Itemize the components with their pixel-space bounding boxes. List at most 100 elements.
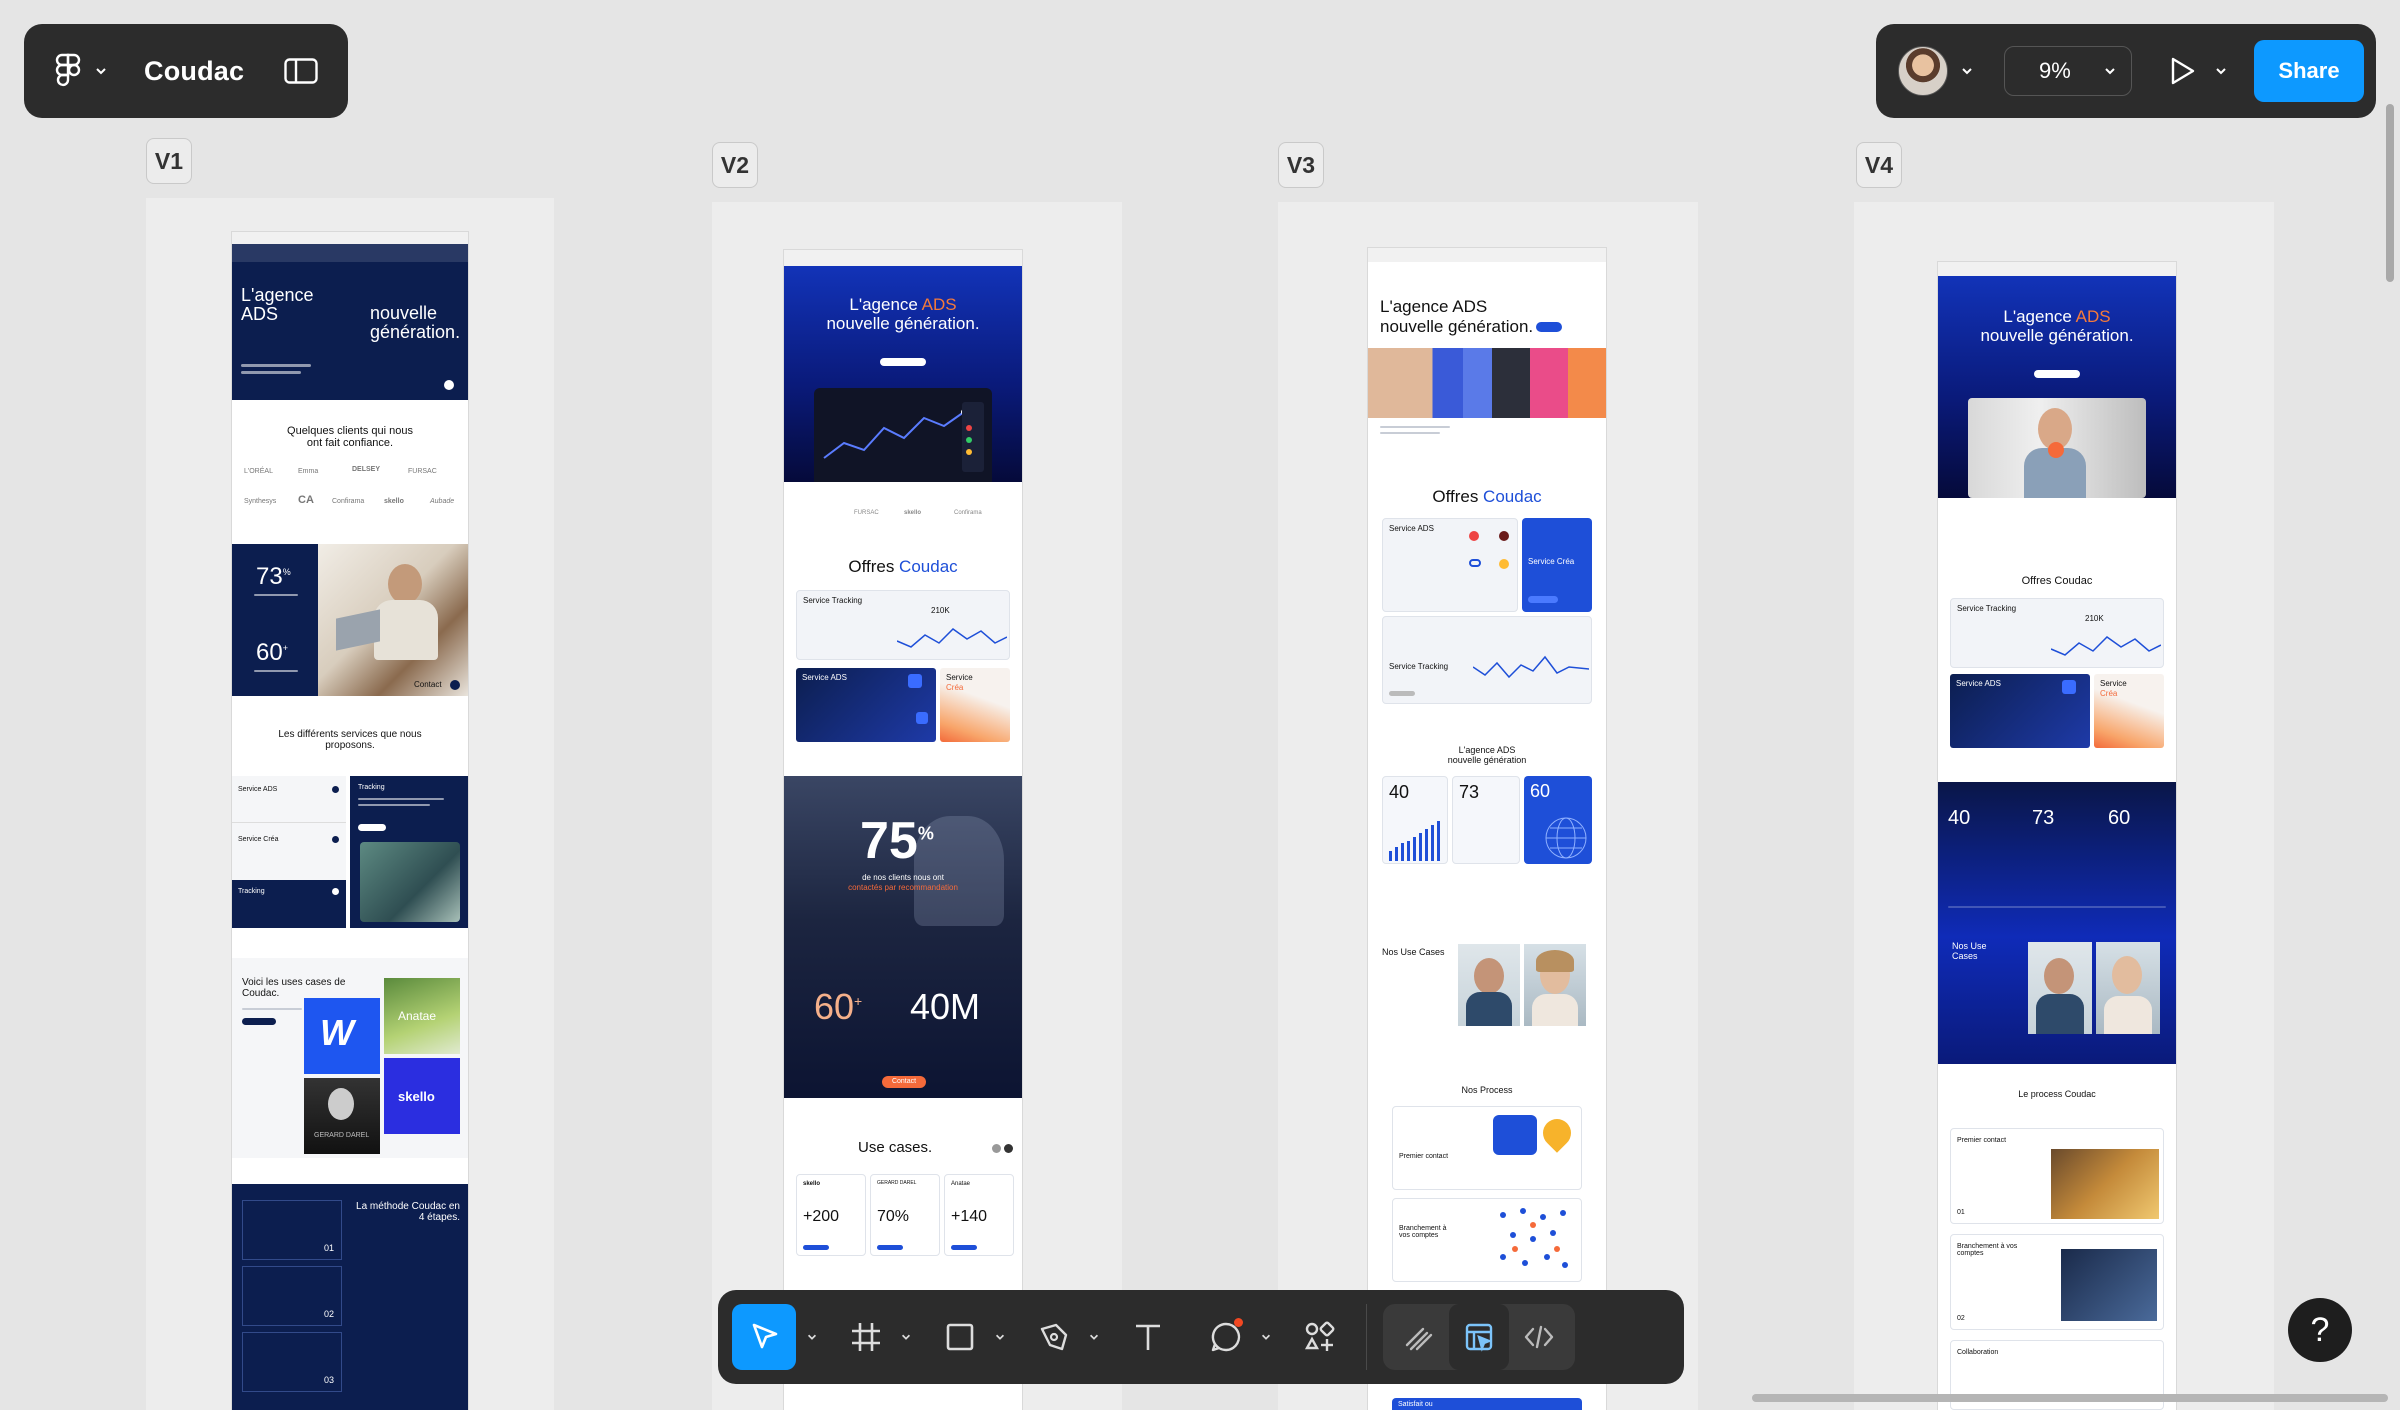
service-item[interactable]: Service Créa — [238, 836, 278, 843]
mode-switcher — [1383, 1304, 1575, 1370]
chevron-down-icon[interactable] — [2214, 64, 2228, 78]
frame-label-v1[interactable]: V1 — [146, 138, 192, 184]
pen-tool-button[interactable] — [1024, 1304, 1084, 1370]
sidebar-toggle-icon[interactable] — [284, 58, 318, 84]
chevron-down-icon[interactable] — [1088, 1331, 1100, 1343]
stats-section: 40 73 60 Nos Use Cases — [1938, 782, 2176, 1064]
design-mode-button[interactable] — [1449, 1304, 1509, 1370]
process-card[interactable]: Branchement à vos comptes 02 — [1950, 1234, 2164, 1330]
section-title-accent: Coudac — [899, 557, 958, 576]
process-card[interactable]: Premier contact 01 — [1950, 1128, 2164, 1224]
case-value: +140 — [951, 1208, 988, 1225]
contact-button[interactable]: Contact — [882, 1078, 926, 1085]
logo: Emma — [298, 468, 319, 475]
frame-label-v2[interactable]: V2 — [712, 142, 758, 188]
draw-mode-button[interactable] — [1389, 1304, 1449, 1370]
process-card[interactable]: Branchement à vos comptes — [1392, 1198, 1582, 1282]
help-button[interactable]: ? — [2288, 1298, 2352, 1362]
card-title: Branchement à vos comptes — [1957, 1243, 2018, 1258]
stat-value: 40M — [910, 986, 981, 1027]
anatae-card[interactable]: Anatae — [384, 978, 460, 1054]
stat-card: 73 — [1452, 776, 1520, 864]
card-title: Service Tracking — [803, 596, 863, 605]
contact-link[interactable]: Contact — [414, 680, 442, 689]
tracking-card[interactable]: Service Tracking 210K — [796, 590, 1010, 660]
chevron-down-icon[interactable] — [806, 1331, 818, 1343]
stat-value: 60 — [814, 986, 855, 1027]
avatar[interactable] — [1898, 46, 1948, 96]
section-title: nouvelle génération — [1447, 755, 1527, 765]
ads-card[interactable]: Service ADS — [1950, 674, 2090, 748]
logo: skello — [904, 510, 922, 516]
chevron-down-icon[interactable] — [900, 1331, 912, 1343]
stat-value: 40 — [1389, 782, 1410, 802]
zoom-dropdown[interactable]: 9% — [2004, 46, 2132, 96]
assets-icon — [1304, 1321, 1335, 1351]
text-tool-button[interactable] — [1118, 1304, 1178, 1370]
crea-card[interactable]: Service Créa — [940, 668, 1010, 742]
hero-text: L'agence ADS — [1380, 297, 1488, 316]
move-tool-button[interactable] — [732, 1304, 796, 1370]
file-title[interactable]: Coudac — [144, 56, 244, 87]
usecase-card[interactable]: GERARD DAREL 70% — [870, 1174, 940, 1256]
tracking-card[interactable]: Service Tracking 210K — [1950, 598, 2164, 668]
vertical-scrollbar[interactable] — [2386, 104, 2394, 282]
share-button[interactable]: Share — [2254, 40, 2364, 102]
webflow-card[interactable]: W — [304, 998, 380, 1074]
rectangle-tool-button[interactable] — [930, 1304, 990, 1370]
frame-label-v3[interactable]: V3 — [1278, 142, 1324, 188]
usecase-photo[interactable] — [1458, 944, 1520, 1026]
dashboard-mockup — [814, 388, 992, 482]
play-icon[interactable] — [2168, 56, 2196, 86]
play-icon[interactable] — [2048, 442, 2064, 458]
toolbar-divider — [1366, 1304, 1367, 1370]
chevron-down-icon[interactable] — [1960, 64, 1974, 78]
stat-unit: + — [282, 643, 288, 653]
ads-card[interactable]: Service ADS — [796, 668, 936, 742]
photo-man-laptop: Contact — [318, 544, 468, 696]
ads-card[interactable]: Service ADS — [1382, 518, 1518, 612]
stat-value: 73 — [1459, 782, 1480, 802]
video-thumbnail[interactable] — [1968, 398, 2146, 498]
usecase-photo[interactable] — [1524, 944, 1586, 1026]
frame-tool-button[interactable] — [836, 1304, 896, 1370]
brand-name: skello — [803, 1181, 821, 1187]
usecase-photo[interactable] — [2028, 942, 2092, 1034]
chevron-down-icon[interactable] — [1260, 1331, 1272, 1343]
tracking-card[interactable]: Service Tracking — [1382, 616, 1592, 704]
hero-text: ADS — [241, 304, 279, 324]
assets-tool-button[interactable] — [1290, 1304, 1350, 1370]
card-title: Collaboration — [1957, 1349, 1999, 1356]
scroll-dot-icon — [444, 380, 454, 390]
figma-logo-icon[interactable] — [54, 53, 82, 89]
crea-card[interactable]: Service Créa — [2094, 674, 2164, 748]
crea-card[interactable]: Service Créa — [1522, 518, 1592, 612]
card-value: 210K — [2085, 614, 2104, 623]
usecase-photo[interactable] — [2096, 942, 2160, 1034]
logo: DELSEY — [352, 466, 381, 473]
service-item[interactable]: Tracking — [238, 888, 265, 895]
usecase-card[interactable]: skello +200 — [796, 1174, 866, 1256]
method-section: La méthode Coudac en 4 étapes. 01 02 03 — [232, 1184, 468, 1410]
hero-text: nouvelle génération. — [1380, 317, 1534, 336]
process-card[interactable]: Premier contact — [1392, 1106, 1582, 1190]
satisfait-card[interactable]: Satisfait ou — [1392, 1398, 1582, 1410]
stat-caption: de nos clients nous ont — [862, 873, 944, 882]
comment-tool-button[interactable] — [1196, 1304, 1256, 1370]
brand-name: Anatae — [398, 1009, 437, 1023]
card-title: Premier contact — [1957, 1137, 2007, 1144]
logo: Synthesys — [244, 498, 277, 505]
chevron-down-icon[interactable] — [94, 64, 108, 78]
stat-unit: + — [854, 993, 863, 1009]
frame-label-v4[interactable]: V4 — [1856, 142, 1902, 188]
horizontal-scrollbar[interactable] — [1752, 1394, 2388, 1402]
usecase-card[interactable]: Anatae +140 — [944, 1174, 1014, 1256]
gerard-card[interactable]: GERARD DAREL — [304, 1078, 380, 1154]
logo: skello — [384, 498, 404, 505]
logo: L'ORÉAL — [244, 468, 273, 475]
chevron-down-icon[interactable] — [994, 1331, 1006, 1343]
service-item[interactable]: Service ADS — [238, 786, 277, 793]
dev-mode-button[interactable] — [1509, 1304, 1569, 1370]
skello-card[interactable]: skello — [384, 1058, 460, 1134]
rectangle-icon — [946, 1323, 974, 1351]
